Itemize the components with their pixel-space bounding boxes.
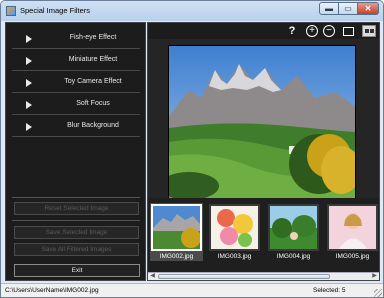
special-image-filters-window: Special Image Filters ▬ ▭ ✕ Fish-eye Eff… — [0, 0, 384, 298]
horizontal-scrollbar[interactable]: ◀ ▶ — [148, 272, 379, 280]
play-arrow-icon — [26, 35, 32, 43]
effect-label: Toy Camera Effect — [64, 78, 122, 85]
mountain-landscape-image — [169, 46, 355, 198]
view-toolbar: ? + − — [148, 23, 379, 39]
thumbnail-item[interactable]: IMG004.jpg — [267, 203, 320, 261]
thumbnail-view-icon[interactable] — [362, 25, 376, 37]
effect-label: Fish-eye Effect — [69, 34, 117, 41]
scrollbar-thumb[interactable] — [158, 274, 330, 279]
effects-panel: Fish-eye Effect Miniature Effect Toy Cam… — [5, 22, 146, 281]
thumbnail-name: IMG003.jpg — [217, 253, 252, 260]
app-icon — [6, 6, 16, 16]
status-bar: C:\Users\UserName\IMG002.jpg Selected: 5 — [1, 283, 383, 297]
preview-area — [148, 39, 379, 217]
window-title: Special Image Filters — [20, 6, 91, 15]
thumbnail-image — [327, 204, 378, 251]
play-arrow-icon — [26, 101, 32, 109]
divider — [12, 220, 140, 221]
scroll-left-icon[interactable]: ◀ — [148, 273, 157, 280]
play-arrow-icon — [26, 57, 32, 65]
thumbnail-name: IMG005.jpg — [335, 253, 370, 260]
resize-grip-icon[interactable] — [374, 289, 382, 297]
thumbnail-image — [151, 204, 202, 251]
minimize-button[interactable]: ▬ — [319, 2, 339, 15]
thumbnail-image — [209, 204, 260, 251]
thumbnail-item[interactable]: IMG005.jpg — [326, 203, 379, 261]
title-bar: Special Image Filters ▬ ▭ ✕ — [1, 1, 383, 21]
maximize-button[interactable]: ▭ — [338, 2, 358, 15]
effect-fish-eye[interactable]: Fish-eye Effect — [12, 29, 140, 49]
image-panel: ? + − IMG002.jpg IMG003.jpg IMG004.jpg I… — [147, 22, 380, 281]
divider — [12, 197, 140, 198]
selected-count: Selected: 5 — [313, 287, 346, 294]
zoom-out-icon[interactable]: − — [323, 25, 335, 37]
thumbnail-item[interactable]: IMG003.jpg — [208, 203, 261, 261]
effect-label: Blur Background — [67, 122, 119, 129]
effect-blur-background[interactable]: Blur Background — [12, 117, 140, 137]
play-arrow-icon — [26, 79, 32, 87]
thumbnail-name: IMG004.jpg — [276, 253, 311, 260]
reset-selected-image-button[interactable]: Reset Selected Image — [14, 202, 139, 215]
play-arrow-icon — [26, 123, 32, 131]
thumbnail-item[interactable]: IMG002.jpg — [150, 203, 203, 261]
effect-toy-camera[interactable]: Toy Camera Effect — [12, 73, 140, 93]
exit-button[interactable]: Exit — [14, 264, 140, 277]
full-screen-icon[interactable] — [342, 25, 354, 37]
help-icon[interactable]: ? — [286, 25, 298, 37]
scroll-right-icon[interactable]: ▶ — [370, 273, 379, 280]
effect-label: Miniature Effect — [68, 56, 118, 63]
thumbnail-strip: IMG002.jpg IMG003.jpg IMG004.jpg IMG005.… — [148, 198, 379, 273]
effect-label: Soft Focus — [76, 100, 110, 107]
save-all-filtered-images-button[interactable]: Save All Filtered Images — [14, 243, 139, 256]
image-preview[interactable] — [168, 45, 356, 199]
thumbnail-name: IMG002.jpg — [159, 253, 194, 260]
close-button[interactable]: ✕ — [357, 2, 379, 15]
file-path: C:\Users\UserName\IMG002.jpg — [5, 287, 99, 294]
save-selected-image-button[interactable]: Save Selected Image — [14, 226, 139, 239]
thumbnail-image — [268, 204, 319, 251]
effect-miniature[interactable]: Miniature Effect — [12, 51, 140, 71]
effect-soft-focus[interactable]: Soft Focus — [12, 95, 140, 115]
zoom-in-icon[interactable]: + — [306, 25, 318, 37]
